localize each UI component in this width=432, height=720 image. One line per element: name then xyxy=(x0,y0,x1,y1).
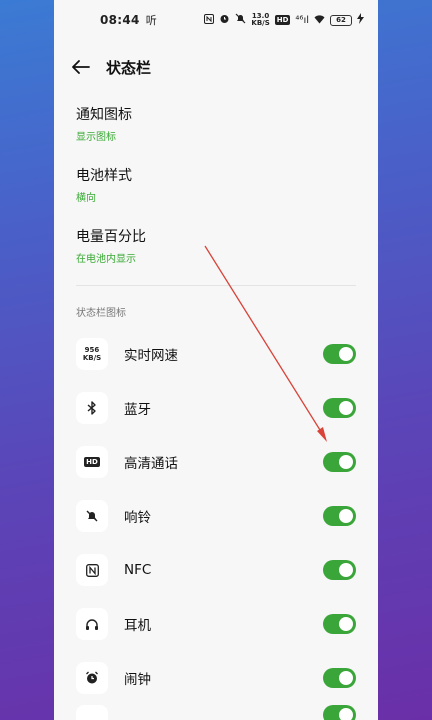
list-item-label: 实时网速 xyxy=(124,348,178,364)
list-item-hd-call: HD 高清通话 xyxy=(54,435,378,489)
alarm-toggle[interactable] xyxy=(323,668,356,688)
list-item-label: NFC xyxy=(124,562,152,578)
list-item-label: 耳机 xyxy=(124,618,151,634)
divider xyxy=(76,285,356,286)
network-speed-readout: 13.0 KB/S xyxy=(251,12,270,27)
phone-screen: 08:44 听 13.0 KB/S HD ⁴⁶ıl 62 状态栏 通知图标 显示… xyxy=(54,0,378,720)
bluetooth-toggle[interactable] xyxy=(323,398,356,418)
setting-battery-percentage[interactable]: 电量百分比 在电池内显示 xyxy=(54,226,378,265)
setting-value: 显示图标 xyxy=(76,132,116,143)
list-item-icon xyxy=(76,705,108,720)
status-icon-list: 956 KB/S 实时网速 蓝牙 HD 高清通话 响铃 NFC 耳机 闹钟 xyxy=(54,327,378,720)
ringer-toggle[interactable] xyxy=(323,506,356,526)
nfc-toggle[interactable] xyxy=(323,560,356,580)
setting-battery-style[interactable]: 电池样式 横向 xyxy=(54,165,378,204)
list-item-partial xyxy=(54,705,378,720)
headphones-toggle[interactable] xyxy=(323,614,356,634)
status-icons: 13.0 KB/S HD ⁴⁶ıl 62 xyxy=(204,13,364,27)
bluetooth-icon xyxy=(76,392,108,424)
list-item-label: 闹钟 xyxy=(124,672,151,688)
list-item-headphones: 耳机 xyxy=(54,597,378,651)
list-item-label: 高清通话 xyxy=(124,456,178,472)
nfc-status-icon xyxy=(204,13,215,27)
section-label: 状态栏图标 xyxy=(76,308,126,319)
back-button[interactable] xyxy=(72,56,94,78)
list-item-bluetooth: 蓝牙 xyxy=(54,381,378,435)
charging-icon xyxy=(357,13,364,27)
status-time: 08:44 xyxy=(100,13,140,27)
setting-notification-icons[interactable]: 通知图标 显示图标 xyxy=(54,104,378,143)
page-title: 状态栏 xyxy=(106,58,152,77)
network-speed-toggle[interactable] xyxy=(323,344,356,364)
hearing-icon: 听 xyxy=(145,14,157,27)
speed-icon: 956 KB/S xyxy=(76,338,108,370)
battery-indicator: 62 xyxy=(330,14,352,26)
list-item-alarm: 闹钟 xyxy=(54,651,378,705)
list-item-label: 响铃 xyxy=(124,510,151,526)
list-item-label: 蓝牙 xyxy=(124,402,151,418)
nfc-icon xyxy=(76,554,108,586)
hd-icon: HD xyxy=(76,446,108,478)
list-item-ringer: 响铃 xyxy=(54,489,378,543)
setting-title: 电池样式 xyxy=(76,168,132,184)
hd-call-toggle[interactable] xyxy=(323,452,356,472)
list-item-network-speed: 956 KB/S 实时网速 xyxy=(54,327,378,381)
headphones-icon xyxy=(76,608,108,640)
hd-status-icon: HD xyxy=(274,15,291,25)
setting-value: 在电池内显示 xyxy=(76,254,136,265)
bell-off-icon xyxy=(76,500,108,532)
partial-toggle[interactable] xyxy=(323,705,356,720)
status-bar: 08:44 听 13.0 KB/S HD ⁴⁶ıl 62 xyxy=(54,0,378,40)
page-header: 状态栏 xyxy=(54,44,378,90)
list-item-nfc: NFC xyxy=(54,543,378,597)
setting-value: 横向 xyxy=(76,193,96,204)
setting-title: 通知图标 xyxy=(76,107,132,123)
back-arrow-icon xyxy=(72,60,90,74)
alarm-icon xyxy=(76,662,108,694)
alarm-status-icon xyxy=(219,13,230,27)
bell-off-status-icon xyxy=(235,13,246,27)
wifi-icon xyxy=(314,14,325,27)
signal-icon: ⁴⁶ıl xyxy=(295,14,309,26)
setting-title: 电量百分比 xyxy=(76,229,146,245)
